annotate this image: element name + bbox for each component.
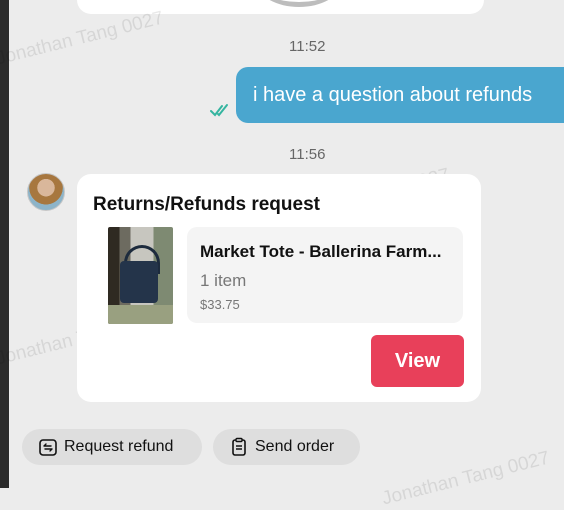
send-order-button[interactable]: Send order — [213, 429, 360, 465]
product-info[interactable]: Market Tote - Ballerina Farm... 1 item $… — [187, 227, 463, 323]
clipboard-icon — [232, 437, 246, 456]
request-refund-button[interactable]: Request refund — [22, 429, 202, 465]
refund-request-card: Returns/Refunds request Market Tote - Ba… — [77, 174, 481, 402]
request-refund-label: Request refund — [64, 438, 174, 455]
product-name: Market Tote - Ballerina Farm... — [200, 242, 442, 261]
user-message-bubble[interactable]: i have a question about refunds — [236, 67, 564, 123]
product-quantity: 1 item — [200, 271, 247, 290]
message-timestamp: 11:52 — [289, 38, 326, 55]
product-thumbnail[interactable] — [108, 227, 173, 324]
agent-avatar[interactable] — [27, 173, 65, 211]
refund-icon — [39, 439, 57, 456]
watermark: Jonathan Tang 0027 — [379, 447, 552, 510]
send-order-label: Send order — [255, 438, 335, 455]
window-edge — [0, 0, 9, 488]
card-title: Returns/Refunds request — [93, 194, 320, 215]
message-timestamp: 11:56 — [289, 146, 326, 163]
product-price: $33.75 — [200, 297, 240, 312]
read-receipt-icon — [210, 104, 228, 117]
watermark: Jonathan Tang 0027 — [0, 7, 166, 70]
view-button[interactable]: View — [371, 335, 464, 387]
